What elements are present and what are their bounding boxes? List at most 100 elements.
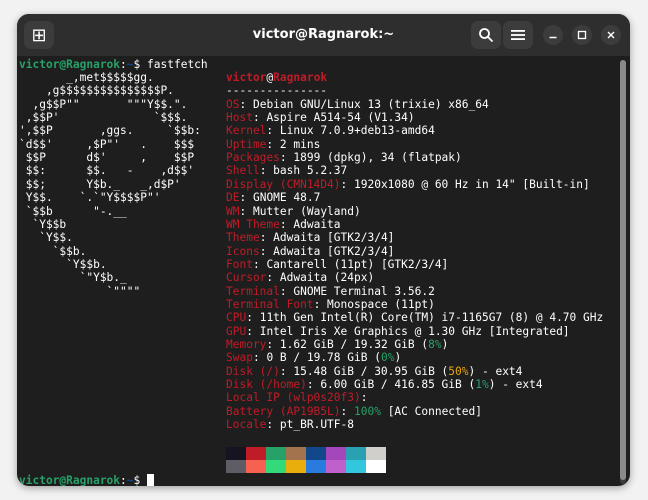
terminal-window: ⊞ victor@Ragnarok:~ victor@Ragnarok:~$ f… [17,14,630,486]
info-key: Host [226,111,253,125]
ascii-logo-line: Y$$. `.`"Y$$$$P"' [19,191,161,205]
info-key: GPU [226,324,247,338]
close-button[interactable] [601,25,621,45]
info-key: WM [226,204,240,218]
scrollbar-thumb[interactable] [620,60,626,480]
info-colon: : [246,324,260,338]
info-row: Host: Aspire A514-54 (V1.34) [226,111,415,124]
prompt-symbol: $ [133,474,148,486]
ascii-logo-line: ,$$P' `$$$. [19,111,188,125]
info-value-suffix: ) - ext4 [488,378,543,392]
info-colon: : [340,404,354,418]
ascii-logo-line: $$P d$' , $$P [19,151,195,165]
info-colon: : [340,177,354,191]
info-row: Battery (AP19B5L): 100% [AC Connected] [226,405,482,418]
info-colon: : [279,151,294,165]
info-row: Cursor: Adwaita (24px) [226,271,374,284]
info-colon: : [252,257,267,271]
ascii-logo-line: `Y$$b. [19,257,107,271]
info-value: Cantarell (11pt) [GTK2/3/4] [266,257,449,271]
info-key: CPU [226,311,247,325]
info-value: Aspire A514-54 (V1.34) [266,111,415,125]
search-button[interactable] [471,21,501,49]
prompt-separator: : [120,58,127,71]
palette-swatch [366,459,386,473]
info-value: pt_BR.UTF-8 [279,418,354,432]
info-value: Debian GNU/Linux 13 (trixie) x86_64 [252,97,489,111]
info-colon: : [252,351,267,365]
info-key: Terminal Font [226,297,314,311]
menu-button[interactable] [503,21,533,49]
hamburger-menu-icon [511,30,525,40]
info-row: Uptime: 2 mins [226,138,320,151]
info-key: Cursor [226,271,267,285]
info-key: Font [226,257,253,271]
info-row: Locale: pt_BR.UTF-8 [226,418,354,431]
info-key: Terminal [226,284,280,298]
prompt-separator: : [120,474,127,486]
terminal-output[interactable]: victor@Ragnarok:~$ fastfetch _,met$$$$$g… [19,56,619,486]
palette-swatch [246,446,266,460]
maximize-button[interactable] [572,25,592,45]
info-row: Kernel: Linux 7.0.9+deb13-amd64 [226,124,435,137]
ascii-logo-line: `Y$$b [19,217,67,231]
info-value-suffix: ) - ext4 [468,364,523,378]
info-value: 6.00 GiB / 416.85 GiB ( [320,378,476,392]
info-percent: 1% [475,378,489,392]
palette-swatch [286,459,306,473]
info-key: Display (CMN14D4) [226,177,341,191]
info-value: Mutter (Wayland) [252,204,361,218]
search-icon [479,28,493,42]
info-title: victor@Ragnarok [226,71,327,84]
info-row: Shell: bash 5.2.37 [226,164,347,177]
ascii-logo-line: $$; Y$b._ _,d$P' [19,177,181,191]
palette-swatch [306,446,326,460]
info-key: Disk (/) [226,364,280,378]
info-key: Shell [226,164,260,178]
info-value: 15.48 GiB / 30.95 GiB ( [293,364,449,378]
info-row: Local IP (wlp0s20f3): [226,391,374,404]
palette-swatch [346,446,366,460]
maximize-icon [577,30,587,40]
ascii-logo-line: $$: $$. - ,d$$' [19,164,195,178]
info-value: Adwaita [GTK2/3/4] [273,244,395,258]
info-colon: : [360,391,375,405]
info-colon: : [239,191,253,205]
info-row: Terminal Font: Monospace (11pt) [226,298,435,311]
info-colon: : [266,338,280,351]
info-colon: : [239,97,253,111]
info-value: 0 B / 19.78 GiB ( [266,351,381,365]
new-tab-button[interactable]: ⊞ [24,21,54,49]
info-colon: : [259,244,274,258]
info-colon: : [239,204,253,218]
info-value: bash 5.2.37 [273,164,348,178]
ascii-logo-line: `Y$$. [19,231,73,245]
info-key: Disk (/home) [226,378,307,392]
info-colon: : [266,137,280,151]
info-key: WM Theme [226,217,280,231]
info-row: Terminal: GNOME Terminal 3.56.2 [226,285,435,298]
info-row: Swap: 0 B / 19.78 GiB (0%) [226,351,401,364]
info-colon: : [266,124,280,138]
scrollbar[interactable] [620,60,626,484]
info-value: 1899 (dpkg), 34 (flatpak) [293,151,462,165]
info-key: DE [226,191,240,205]
ascii-logo-line: `"""" [19,284,141,298]
info-value: GNOME 48.7 [252,191,321,205]
ascii-logo-line: _,met$$$$$gg. [19,71,154,84]
palette-swatch [286,446,306,460]
info-colon: : [259,231,274,245]
minimize-button[interactable] [543,25,563,45]
info-value: 11th Gen Intel(R) Core(TM) i7-1165G7 (8)… [259,311,604,325]
text-cursor [147,474,155,486]
new-tab-icon: ⊞ [31,24,47,46]
info-row: Font: Cantarell (11pt) [GTK2/3/4] [226,258,448,271]
info-row: Memory: 1.62 GiB / 19.32 GiB (8%) [226,338,448,351]
prompt-line: victor@Ragnarok:~$ fastfetch [19,58,208,71]
info-host: Ragnarok [273,71,328,84]
ascii-logo-line: `d$$' ,$P"' . $$$ [19,137,195,151]
info-colon: : [279,364,294,378]
info-value: Adwaita [GTK2/3/4] [273,231,395,245]
info-colon: : [279,284,294,298]
prompt-command: fastfetch [147,58,208,71]
